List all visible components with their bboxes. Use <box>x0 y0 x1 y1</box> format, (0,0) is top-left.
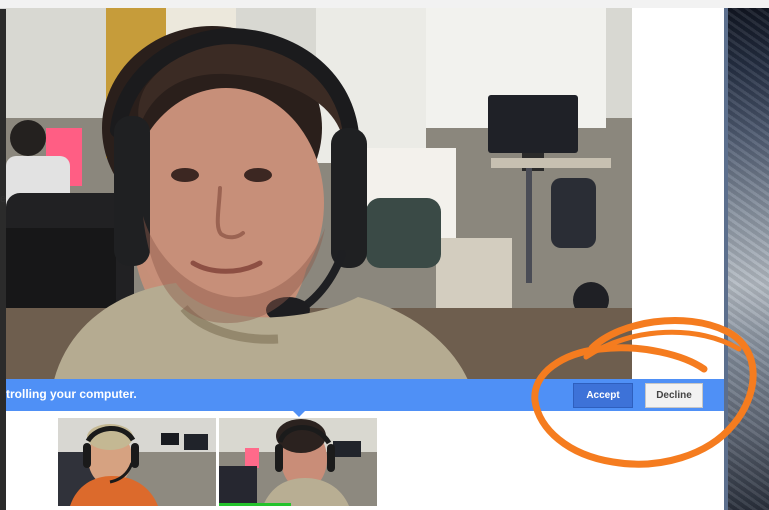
right-panel-background <box>632 8 724 380</box>
hangout-screen: e trolling your computer. Accept Decline <box>0 0 769 510</box>
participant-one-video <box>58 418 216 506</box>
decline-button[interactable]: Decline <box>645 383 703 408</box>
accept-button[interactable]: Accept <box>573 383 633 408</box>
participant-two-video <box>219 418 377 506</box>
pointer-caret-icon <box>292 410 306 417</box>
remote-control-notification-bar: trolling your computer. Accept Decline <box>6 379 724 411</box>
participant-thumbnail-two[interactable] <box>219 418 377 506</box>
desktop-background-strip <box>728 8 769 510</box>
active-speaker-indicator <box>219 503 291 506</box>
remote-control-message: trolling your computer. <box>6 387 137 401</box>
participant-thumbnail-one[interactable] <box>58 418 216 506</box>
main-video-scene <box>6 8 632 380</box>
main-video-feed <box>6 8 632 380</box>
participant-thumbnail-strip <box>58 418 378 506</box>
